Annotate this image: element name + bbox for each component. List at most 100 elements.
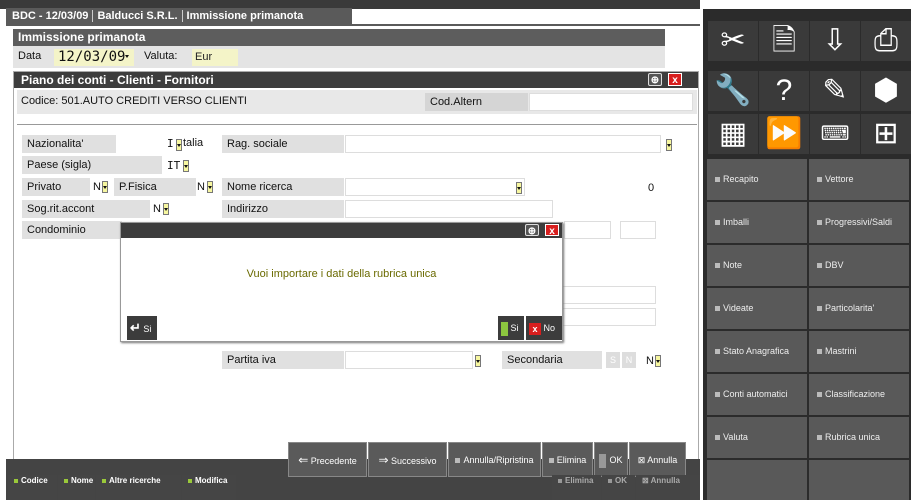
tab-company[interactable]: Balducci S.R.L. (97, 10, 177, 22)
conti-auto-label: Conti automatici (723, 389, 788, 399)
stato-anagrafica-button[interactable]: Stato Anagrafica (707, 331, 807, 372)
nome-ricerca-dropdown-icon[interactable] (516, 182, 522, 194)
enter-si-label: Si (143, 324, 152, 334)
partita-iva-dropdown-icon[interactable] (475, 355, 481, 367)
indirizzo-input[interactable] (345, 200, 553, 218)
paese-value[interactable]: IT (167, 159, 180, 172)
prev-icon: ⇐ (298, 453, 309, 467)
sogrit-label: Sog.rit.accont (22, 200, 150, 218)
note-button[interactable]: Note (707, 245, 807, 286)
extra-input-2[interactable] (554, 308, 656, 326)
window-title-text: Piano dei conti - Clienti - Fornitori (21, 73, 214, 87)
cube-icon[interactable]: ⬢ (861, 71, 911, 111)
rag-sociale-label: Rag. sociale (222, 135, 344, 153)
date-field[interactable]: 12/03/09 (54, 49, 134, 66)
rag-sociale-dropdown-icon[interactable] (666, 139, 672, 151)
secondaria-n-button[interactable]: N (622, 352, 636, 368)
fkey-ok[interactable]: OK (602, 475, 635, 500)
nome-ricerca-input[interactable] (345, 178, 525, 196)
annulla-button[interactable]: ⊠ Annulla (629, 442, 686, 477)
privato-dropdown-icon[interactable] (102, 181, 108, 193)
valuta-button[interactable]: Valuta (707, 417, 807, 458)
secondaria-label: Secondaria (502, 351, 602, 369)
empty-side-button-1[interactable] (707, 460, 807, 500)
printer-icon[interactable]: ⎙ (861, 21, 911, 61)
sogrit-dropdown-icon[interactable] (163, 203, 169, 215)
nome-ricerca-count: 0 (648, 182, 655, 194)
recapito-button[interactable]: Recapito (707, 159, 807, 200)
ok-button[interactable]: OK (594, 442, 628, 477)
scissors-icon[interactable]: ✂ (708, 21, 758, 61)
fkey-altre-ricerche[interactable]: Altre ricerche (96, 475, 181, 500)
secondaria-value[interactable]: N (646, 355, 654, 367)
date-dropdown-icon[interactable] (125, 51, 131, 63)
progressivi-button[interactable]: Progressivi/Saldi (809, 202, 909, 243)
conti-automatici-button[interactable]: Conti automatici (707, 374, 807, 415)
nazionalita-value[interactable]: I (167, 137, 174, 150)
classificazione-button[interactable]: Classificazione (809, 374, 909, 415)
elimina-button[interactable]: Elimina (542, 442, 593, 477)
vettore-button[interactable]: Vettore (809, 159, 909, 200)
document-edit-icon[interactable]: 🗎 (759, 21, 809, 61)
valuta-field[interactable]: Eur (192, 49, 238, 66)
cod-altern-input[interactable] (529, 93, 693, 111)
no-button[interactable]: x No (526, 316, 562, 340)
keyboard-icon[interactable]: ⌨ (810, 114, 860, 154)
extra-input-1[interactable] (554, 286, 656, 304)
data-label: Data (18, 50, 42, 62)
fkey-nome[interactable]: Nome (58, 475, 95, 500)
dbv-button[interactable]: DBV (809, 245, 909, 286)
empty-side-button-2[interactable] (809, 460, 909, 500)
maximize-icon[interactable]: ⊕ (648, 73, 662, 86)
enter-si-button[interactable]: ↵ Si (127, 316, 157, 340)
cap-input[interactable] (564, 221, 611, 239)
fkey-elimina[interactable]: Elimina (552, 475, 601, 500)
nazionalita-dropdown-icon[interactable] (176, 139, 182, 151)
mastrini-button[interactable]: Mastrini (809, 331, 909, 372)
fkey-codice-label: Codice (21, 476, 48, 485)
particolarita-button[interactable]: Particolarita' (809, 288, 909, 329)
fkey-modifica[interactable]: Modifica (182, 475, 236, 500)
pfisica-value[interactable]: N (197, 181, 205, 193)
help-icon[interactable]: ? (759, 71, 809, 111)
annulla-icon: ⊠ (637, 455, 646, 465)
fkey-annulla[interactable]: ⊠ Annulla (636, 475, 700, 500)
download-icon[interactable]: ⇩ (810, 21, 860, 61)
successivo-button[interactable]: ⇒ Successivo (368, 442, 447, 477)
paese-dropdown-icon[interactable] (183, 160, 189, 172)
notepad-icon[interactable]: ✎ (810, 71, 860, 111)
close-icon[interactable]: x (668, 73, 682, 86)
pfisica-dropdown-icon[interactable] (207, 181, 213, 193)
sogrit-value[interactable]: N (153, 203, 161, 215)
dialog-close-icon[interactable]: x (545, 224, 559, 237)
grid-icon[interactable]: ⊞ (861, 114, 911, 154)
secondaria-s-button[interactable]: S (606, 352, 620, 368)
tab-strip: BDC - 12/03/09 Balducci S.R.L. Immissione … (6, 8, 352, 24)
tab-app[interactable]: BDC - 12/03/09 (12, 10, 88, 22)
tab-current[interactable]: Immissione primanota (187, 10, 304, 22)
annulla-ripristina-label: Annulla/Ripristina (463, 455, 534, 465)
privato-value[interactable]: N (93, 181, 101, 193)
particolarita-label: Particolarita' (825, 303, 875, 313)
vettore-label: Vettore (825, 174, 854, 184)
partita-iva-input[interactable] (345, 351, 473, 369)
tab-underline (6, 24, 700, 26)
right-toolbar: ✂ 🗎 ⇩ ⎙ 🔧 ? ✎ ⬢ ▦ ⏩ ⌨ ⊞ Recapito Vettore… (703, 9, 911, 500)
fkey-nome-label: Nome (71, 476, 94, 485)
fast-forward-icon[interactable]: ⏩ (759, 114, 809, 154)
dialog-maximize-icon[interactable]: ⊕ (525, 224, 539, 237)
wrench-icon[interactable]: 🔧 (708, 71, 758, 111)
prov-input[interactable] (620, 221, 656, 239)
secondaria-dropdown-icon[interactable] (655, 355, 661, 367)
note-label: Note (723, 260, 743, 270)
annulla-ripristina-button[interactable]: Annulla/Ripristina (448, 442, 541, 477)
rubrica-unica-button[interactable]: Rubrica unica (809, 417, 909, 458)
rag-sociale-input[interactable] (345, 135, 661, 153)
calculator-icon[interactable]: ▦ (708, 114, 758, 154)
precedente-button[interactable]: ⇐ Precedente (288, 442, 367, 477)
import-dialog: ⊕ x Vuoi importare i dati della rubrica … (120, 222, 563, 342)
fkey-codice[interactable]: Codice (8, 475, 57, 500)
videate-button[interactable]: Videate (707, 288, 807, 329)
imballi-button[interactable]: Imballi (707, 202, 807, 243)
si-button[interactable]: Si (498, 316, 524, 340)
